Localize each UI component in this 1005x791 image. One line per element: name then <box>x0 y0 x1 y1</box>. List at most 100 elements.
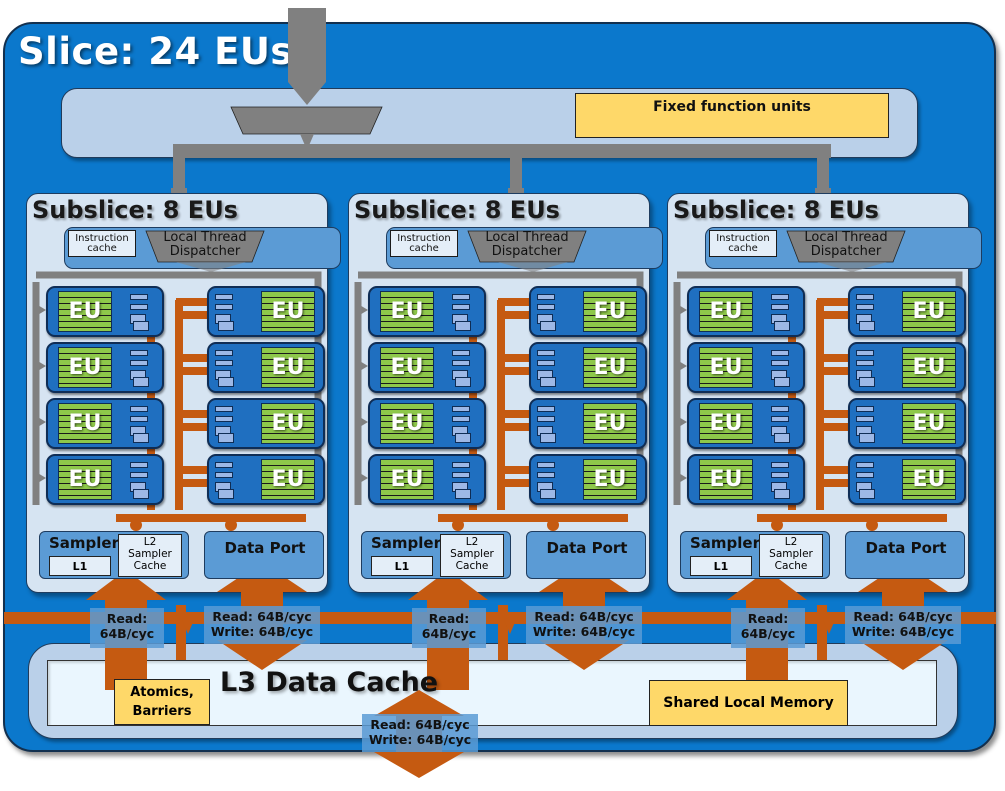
eu-thread-unit <box>537 360 555 366</box>
eu-thread-unit <box>856 406 874 412</box>
eu-branch-unit <box>859 321 875 331</box>
eu-thread-unit <box>771 360 789 366</box>
l2-sampler-cache: L2 Sampler Cache <box>440 534 504 577</box>
eu-branch-unit <box>774 321 790 331</box>
dataport-bw-line-1: Read: 64B/cyc <box>853 609 953 624</box>
eu-thread-unit <box>215 416 233 422</box>
eu-branch-unit <box>774 433 790 443</box>
ltd-line-2: Dispatcher <box>491 244 563 259</box>
eu-label: EU <box>709 299 743 324</box>
l1-cache: L1 <box>690 556 752 576</box>
eu-thread-unit <box>771 304 789 310</box>
eu-thread-unit <box>452 472 470 478</box>
icache-line-2: cache <box>409 243 439 254</box>
execution-unit: EU <box>848 286 966 337</box>
data-port-label: Data Port <box>224 539 306 557</box>
eu-thread-unit <box>130 472 148 478</box>
eu-label: EU <box>271 355 305 380</box>
eu-thread-unit <box>130 462 148 468</box>
eu-branch-unit <box>859 433 875 443</box>
sampler-bw-line-2: 64B/cyc <box>740 626 796 641</box>
ltd-line-1: Local Thread <box>163 230 247 245</box>
sampler-bw-line-2: 64B/cyc <box>421 626 477 641</box>
eu-branch-unit <box>133 321 149 331</box>
eu-branch-unit <box>774 377 790 387</box>
execution-unit: EU <box>529 286 647 337</box>
eu-branch-unit <box>859 377 875 387</box>
eu-label: EU <box>593 411 627 436</box>
eu-branch-unit <box>133 377 149 387</box>
eu-branch-unit <box>218 489 234 499</box>
dataport-bandwidth-label: Read: 64B/cyc Write: 64B/cyc <box>845 606 961 644</box>
eu-thread-unit <box>215 406 233 412</box>
eu-thread-unit <box>452 304 470 310</box>
l2-sampler-cache: L2 Sampler Cache <box>759 534 823 577</box>
eu-label: EU <box>271 299 305 324</box>
eu-label: EU <box>912 467 946 492</box>
local-thread-dispatcher: Local Thread Dispatcher <box>150 231 260 259</box>
eu-thread-unit <box>537 462 555 468</box>
l2-line-2: Sampler <box>769 548 813 560</box>
sampler-bandwidth-label: Read: 64B/cyc <box>731 608 805 648</box>
eu-label: EU <box>390 355 424 380</box>
sampler: Sampler L1 L2 Sampler Cache <box>680 531 830 579</box>
eu-thread-unit <box>452 360 470 366</box>
eu-thread-unit <box>215 472 233 478</box>
eu-thread-unit <box>130 304 148 310</box>
execution-unit: EU <box>687 398 805 449</box>
eu-thread-unit <box>771 350 789 356</box>
shared-local-memory: Shared Local Memory <box>649 680 848 726</box>
execution-unit: EU <box>46 286 164 337</box>
eu-thread-unit <box>130 416 148 422</box>
instruction-cache: Instruction cache <box>390 230 458 257</box>
sampler-bw-line-1: Read: <box>428 611 470 626</box>
l2-sampler-cache: L2 Sampler Cache <box>118 534 182 577</box>
eu-label: EU <box>68 411 102 436</box>
eu-thread-unit <box>856 462 874 468</box>
eu-thread-unit <box>452 294 470 300</box>
l3-title: L3 Data Cache <box>220 667 439 698</box>
instruction-cache: Instruction cache <box>68 230 136 257</box>
execution-unit: EU <box>687 342 805 393</box>
l1-cache: L1 <box>49 556 111 576</box>
eu-thread-unit <box>537 406 555 412</box>
eu-branch-unit <box>218 433 234 443</box>
eu-branch-unit <box>540 489 556 499</box>
data-port: Data Port <box>845 531 965 579</box>
execution-unit: EU <box>46 342 164 393</box>
eu-thread-unit <box>452 350 470 356</box>
l2-line-1: L2 <box>784 536 798 548</box>
dataport-bw-line-2: Write: 64B/cyc <box>532 624 636 639</box>
subslice-title: Subslice: 8 EUs <box>354 196 560 224</box>
sampler-bw-line-1: Read: <box>106 611 148 626</box>
eu-thread-unit <box>452 406 470 412</box>
ltd-line-1: Local Thread <box>485 230 569 245</box>
external-write: Write: 64B/cyc <box>368 732 472 747</box>
eu-thread-unit <box>771 406 789 412</box>
execution-unit: EU <box>46 454 164 505</box>
eu-thread-unit <box>215 360 233 366</box>
sampler: Sampler L1 L2 Sampler Cache <box>361 531 511 579</box>
execution-unit: EU <box>687 454 805 505</box>
eu-thread-unit <box>537 294 555 300</box>
l2-line-1: L2 <box>465 536 479 548</box>
icache-line-2: cache <box>728 243 758 254</box>
eu-thread-unit <box>856 294 874 300</box>
execution-unit: EU <box>848 342 966 393</box>
execution-unit: EU <box>368 398 486 449</box>
eu-thread-unit <box>771 416 789 422</box>
eu-label: EU <box>390 467 424 492</box>
sampler-label: Sampler <box>371 534 442 552</box>
eu-label: EU <box>709 411 743 436</box>
eu-label: EU <box>912 299 946 324</box>
l2-line-3: Cache <box>774 560 808 572</box>
eu-branch-unit <box>133 433 149 443</box>
dataport-bandwidth-label: Read: 64B/cyc Write: 64B/cyc <box>526 606 642 644</box>
l2-line-2: Sampler <box>450 548 494 560</box>
execution-unit: EU <box>529 398 647 449</box>
eu-thread-unit <box>771 462 789 468</box>
eu-label: EU <box>68 299 102 324</box>
eu-label: EU <box>593 299 627 324</box>
execution-unit: EU <box>46 398 164 449</box>
eu-branch-unit <box>218 321 234 331</box>
